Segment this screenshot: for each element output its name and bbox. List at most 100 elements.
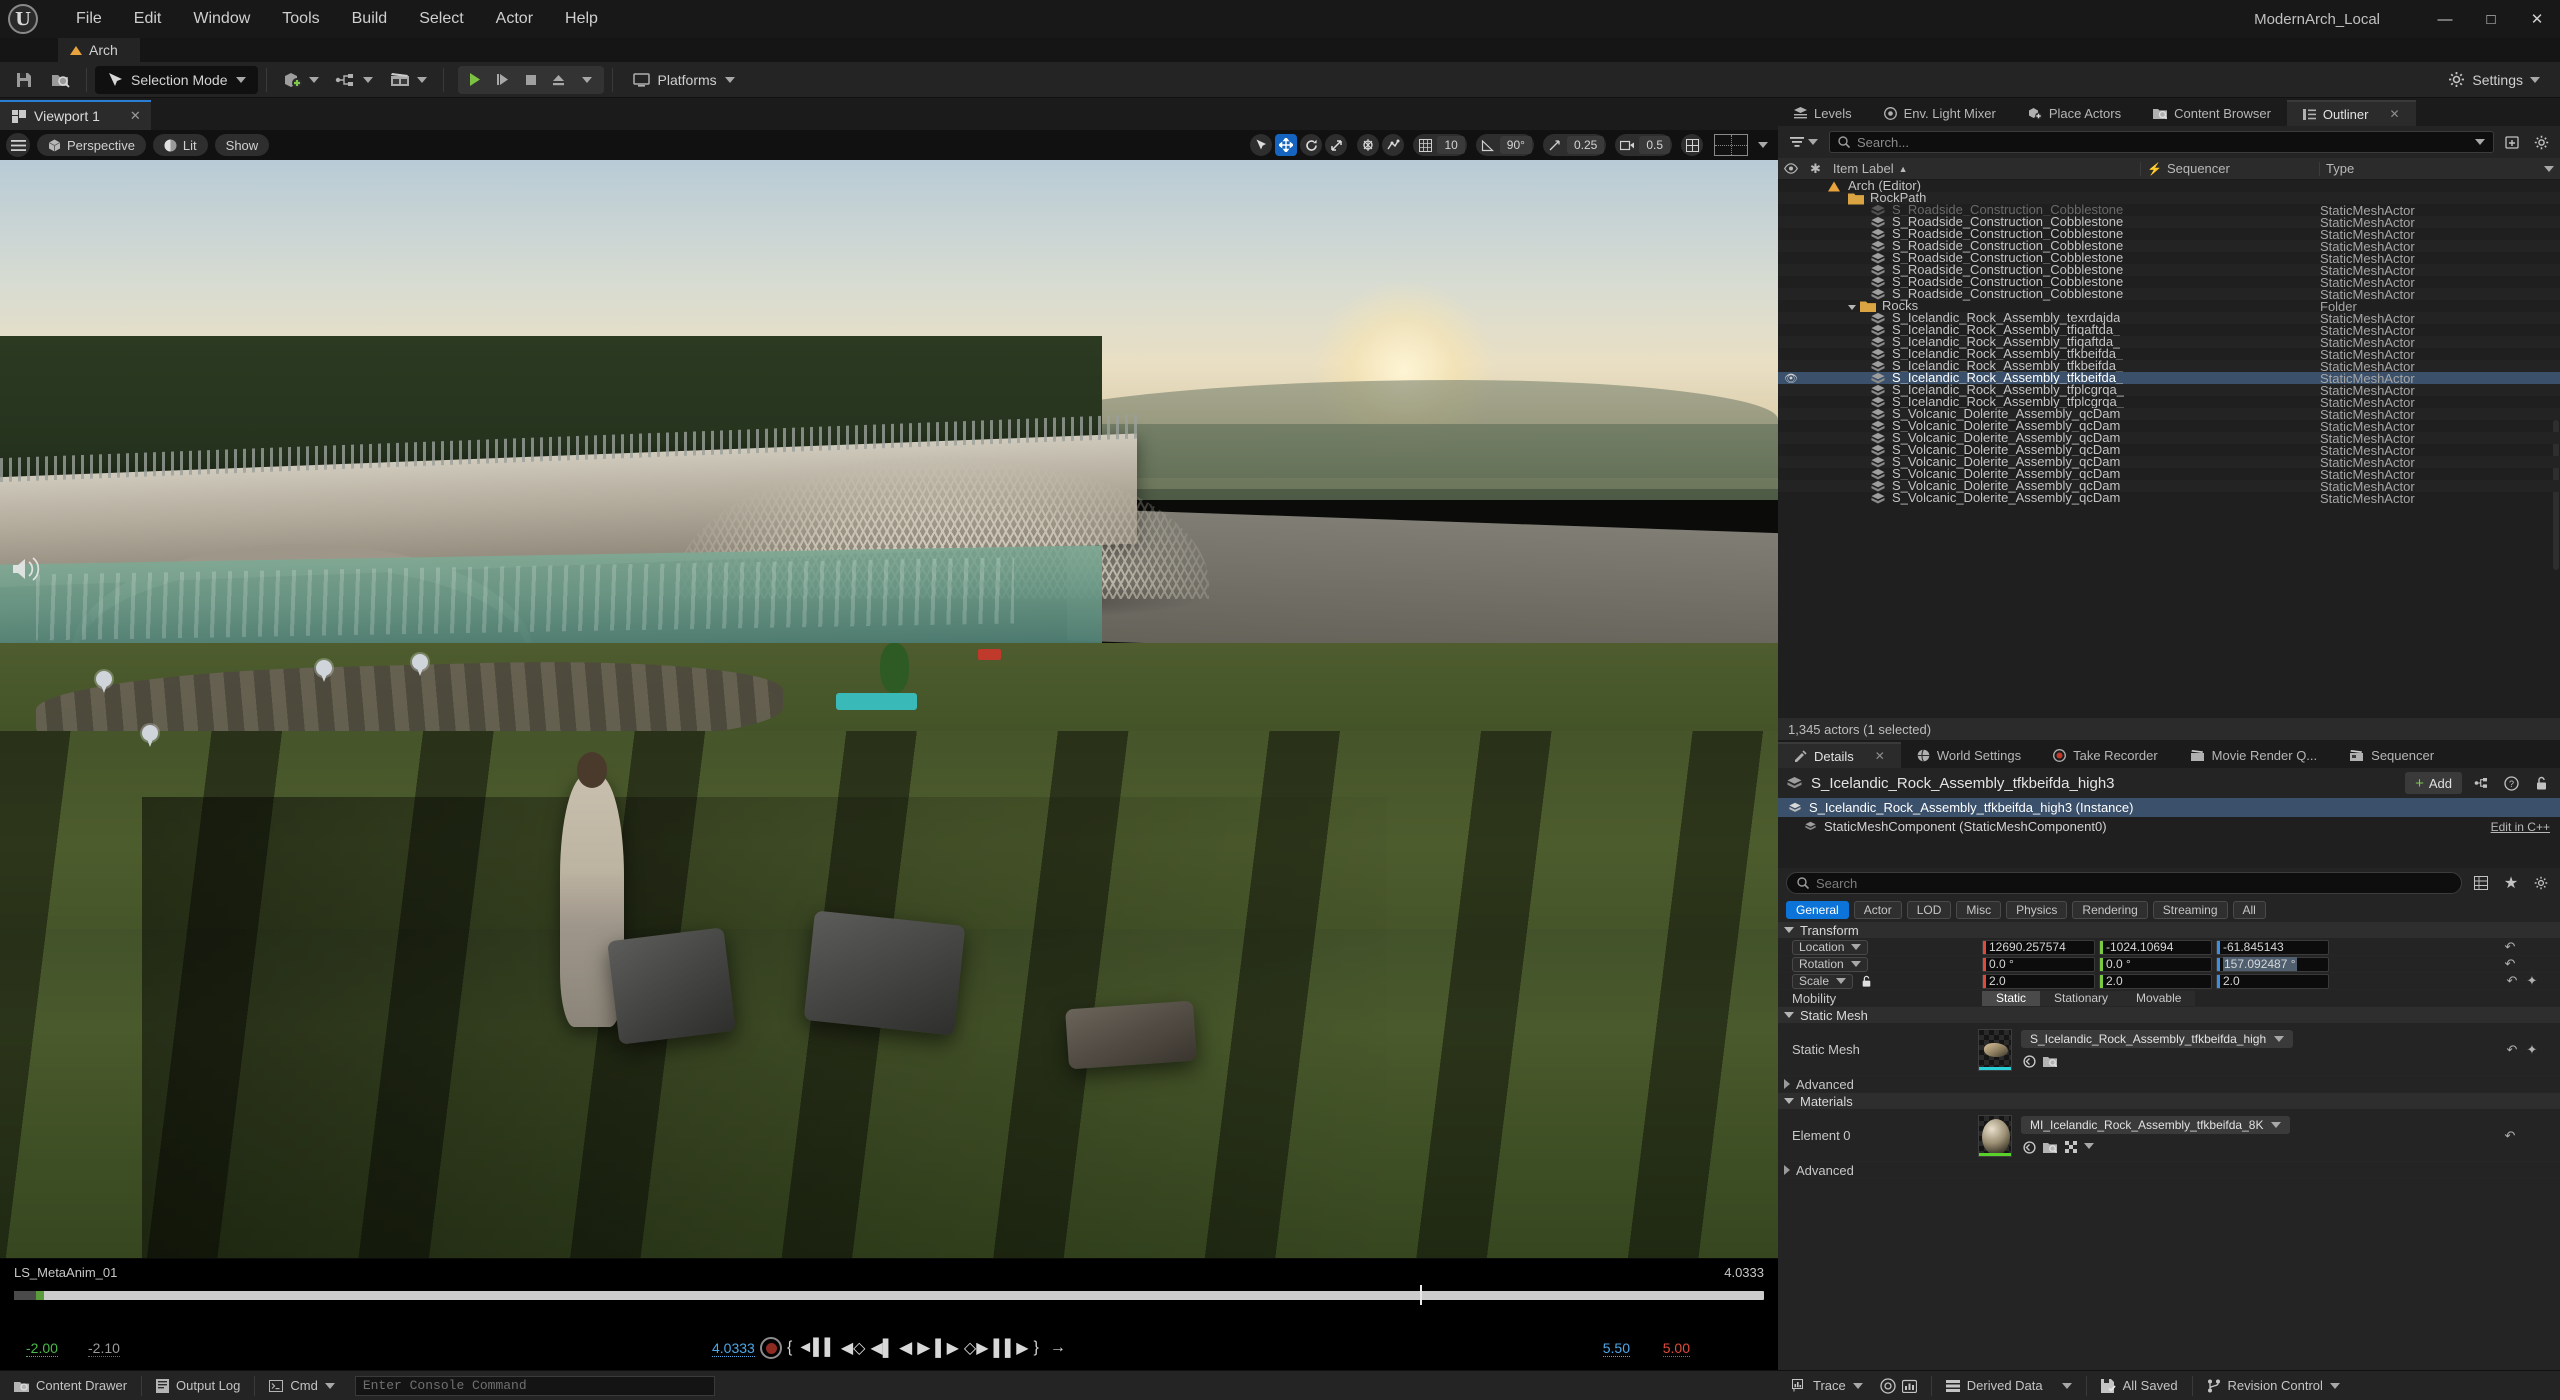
sequencer-track-bar[interactable] — [14, 1291, 1764, 1300]
outliner-actor-row[interactable]: S_Volcanic_Dolerite_Assembly_qcDamStatic… — [1778, 492, 2560, 504]
details-filter-chip-physics[interactable]: Physics — [2006, 901, 2067, 919]
add-actor-icon[interactable] — [275, 65, 327, 95]
lock-icon[interactable] — [2530, 772, 2552, 794]
section-materials[interactable]: Materials — [1778, 1093, 2560, 1110]
viewport-layout-icon[interactable] — [1714, 134, 1748, 156]
revision-control-button[interactable]: Revision Control — [2193, 1371, 2354, 1400]
tab-content-browser[interactable]: Content Browser — [2137, 100, 2287, 126]
trace-button[interactable]: Trace — [1778, 1371, 1877, 1400]
browse-to-material-icon[interactable] — [2042, 1139, 2058, 1155]
component-row-root[interactable]: S_Icelandic_Rock_Assembly_tfkbeifda_high… — [1778, 798, 2560, 817]
all-saved-button[interactable]: All Saved — [2087, 1371, 2192, 1400]
camera-speed-group[interactable]: 0.5 — [1615, 134, 1672, 156]
console-command-input[interactable]: Enter Console Command — [355, 1376, 715, 1396]
grid-snap-group[interactable]: 10 — [1413, 134, 1466, 156]
material-options-icon[interactable] — [2063, 1139, 2079, 1155]
blueprint-graph-icon[interactable] — [2470, 772, 2492, 794]
scale-y-input[interactable]: 2.0 — [2099, 974, 2212, 989]
type-column[interactable]: Type — [2320, 158, 2560, 180]
menu-item-build[interactable]: Build — [336, 6, 404, 32]
menu-item-help[interactable]: Help — [549, 6, 614, 32]
rotation-dropdown[interactable]: Rotation — [1792, 957, 1868, 972]
details-filter-chip-lod[interactable]: LOD — [1907, 901, 1952, 919]
derived-data-button[interactable]: Derived Data — [1932, 1371, 2086, 1400]
scene-billboard-1[interactable] — [96, 671, 112, 687]
unreal-logo-icon[interactable]: U — [0, 0, 46, 38]
step-forward-icon[interactable]: ▌▶ — [935, 1338, 959, 1358]
jump-to-start-icon[interactable]: ◄▌▌ — [797, 1339, 836, 1357]
previous-key-icon[interactable]: ◀◇ — [841, 1338, 866, 1358]
static-mesh-advanced-row[interactable]: Advanced — [1778, 1076, 2560, 1093]
pin-column-icon[interactable]: ✱ — [1804, 158, 1827, 180]
add-component-button[interactable]: + Add — [2405, 772, 2462, 794]
cinematics-icon[interactable] — [381, 65, 435, 95]
scale-z-input[interactable]: 2.0 — [2216, 974, 2329, 989]
scale-dropdown[interactable]: Scale — [1792, 974, 1853, 989]
tab-env-light-mixer[interactable]: Env. Light Mixer — [1868, 100, 2012, 126]
rotate-gizmo-icon[interactable] — [1300, 134, 1322, 156]
mobility-static-option[interactable]: Static — [1982, 991, 2040, 1006]
play-button[interactable] — [462, 67, 488, 93]
mobility-movable-option[interactable]: Movable — [2122, 991, 2195, 1006]
tab-details[interactable]: Details ✕ — [1778, 742, 1901, 768]
menu-item-select[interactable]: Select — [403, 6, 479, 32]
visibility-column-icon[interactable] — [1778, 158, 1804, 180]
sequencer-column[interactable]: ⚡ Sequencer — [2141, 158, 2319, 180]
loop-icon[interactable]: → — [1050, 1339, 1066, 1357]
section-transform[interactable]: Transform — [1778, 922, 2560, 939]
browse-to-asset-icon[interactable] — [2042, 1053, 2058, 1069]
details-filter-chip-rendering[interactable]: Rendering — [2072, 901, 2147, 919]
timeline-start-time[interactable]: -2.00 — [26, 1340, 58, 1357]
reset-scale-icon[interactable]: ↶ — [2502, 973, 2522, 989]
browse-content-icon[interactable] — [42, 65, 78, 95]
close-icon[interactable]: ✕ — [130, 108, 141, 124]
component-tree[interactable]: S_Icelandic_Rock_Assembly_tfkbeifda_high… — [1778, 798, 2560, 868]
details-filter-chip-all[interactable]: All — [2233, 901, 2266, 919]
reset-static-mesh-icon[interactable]: ↶ — [2502, 1042, 2522, 1058]
mobility-stationary-option[interactable]: Stationary — [2040, 991, 2122, 1006]
materials-advanced-row[interactable]: Advanced — [1778, 1162, 2560, 1179]
edit-in-cpp-link[interactable]: Edit in C++ — [2491, 820, 2550, 834]
select-arrow-icon[interactable] — [1250, 134, 1272, 156]
tab-viewport-1[interactable]: Viewport 1 ✕ — [0, 100, 151, 130]
section-static-mesh[interactable]: Static Mesh — [1778, 1007, 2560, 1024]
lit-button[interactable]: Lit — [153, 134, 208, 156]
stop-button[interactable] — [518, 67, 544, 93]
tab-levels[interactable]: Levels — [1778, 100, 1868, 126]
lock-ratio-icon[interactable] — [1861, 975, 1872, 988]
scale-snap-value[interactable]: 0.25 — [1567, 136, 1604, 154]
component-row-child[interactable]: StaticMeshComponent (StaticMeshComponent… — [1778, 817, 2560, 836]
sequencer-playhead[interactable] — [1420, 1285, 1422, 1305]
location-y-input[interactable]: -1024.10694 — [2099, 940, 2212, 955]
camera-speed-value[interactable]: 0.5 — [1639, 136, 1670, 154]
set-start-bracket-icon[interactable]: { — [787, 1339, 792, 1357]
angle-snap-value[interactable]: 90° — [1500, 136, 1532, 154]
skip-button[interactable] — [490, 67, 516, 93]
column-view-icon[interactable] — [2470, 872, 2492, 894]
output-log-button[interactable]: Output Log — [142, 1371, 254, 1400]
play-reverse-icon[interactable]: ◀ — [899, 1338, 912, 1358]
chevron-down-icon-material-options[interactable] — [2084, 1143, 2094, 1149]
menu-item-actor[interactable]: Actor — [480, 6, 549, 32]
location-x-input[interactable]: 12690.257574 — [1982, 940, 2095, 955]
show-button[interactable]: Show — [215, 134, 270, 156]
sequencer-track-strip[interactable]: LS_MetaAnim_01 4.0333 — [0, 1258, 1778, 1326]
static-mesh-asset-dropdown[interactable]: S_Icelandic_Rock_Assembly_tfkbeifda_high — [2021, 1030, 2293, 1048]
step-back-icon[interactable]: ◀▌ — [870, 1338, 894, 1358]
blueprints-icon[interactable] — [327, 65, 381, 95]
details-filter-chip-streaming[interactable]: Streaming — [2153, 901, 2228, 919]
maximize-button[interactable]: □ — [2468, 0, 2514, 38]
keyframe-scale-icon[interactable]: ✦ — [2522, 973, 2542, 989]
play-forward-icon[interactable]: ▶ — [917, 1338, 930, 1358]
chevron-down-icon-type[interactable] — [2544, 166, 2554, 172]
platforms-button[interactable]: Platforms — [621, 66, 747, 94]
scale-x-input[interactable]: 2.0 — [1982, 974, 2095, 989]
save-icon[interactable] — [6, 65, 42, 95]
level-tab-arch[interactable]: Arch — [58, 38, 140, 62]
outliner-tree[interactable]: Arch (Editor)RockPathS_Roadside_Construc… — [1778, 180, 2560, 718]
jump-to-end-icon[interactable]: ▌▌▶ — [994, 1338, 1029, 1358]
viewport-scene[interactable] — [0, 160, 1778, 1258]
settings-button[interactable]: Settings — [2440, 66, 2548, 94]
rotation-y-input[interactable]: 0.0 ° — [2099, 957, 2212, 972]
next-key-icon[interactable]: ◇▶ — [964, 1338, 989, 1358]
